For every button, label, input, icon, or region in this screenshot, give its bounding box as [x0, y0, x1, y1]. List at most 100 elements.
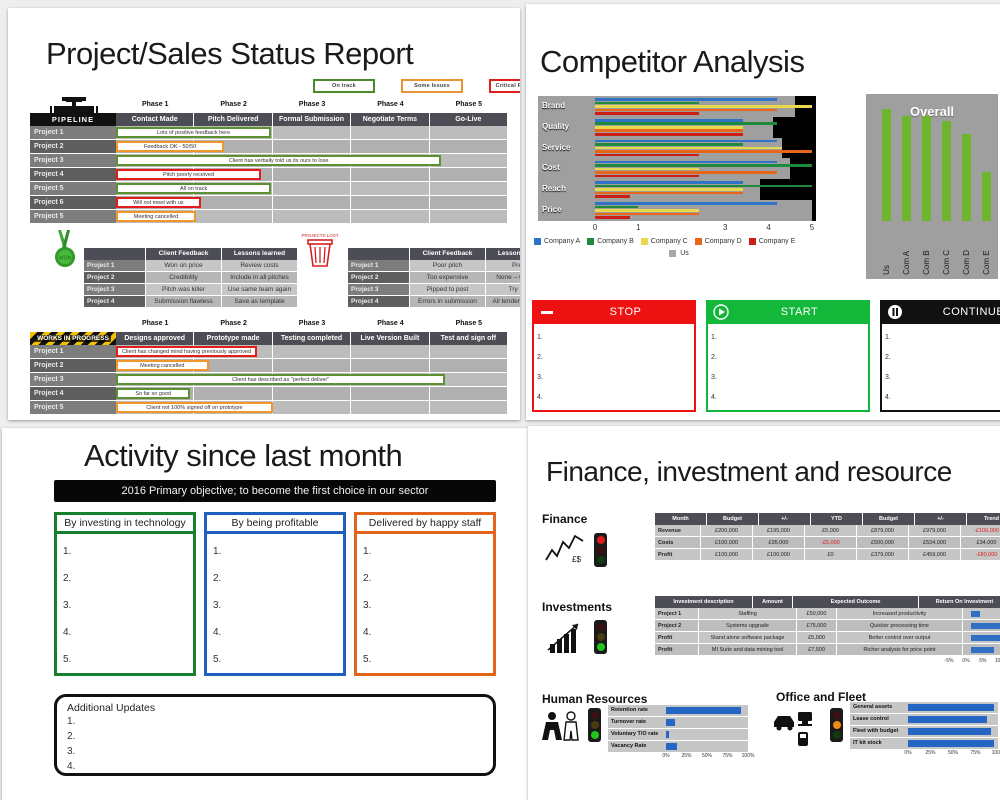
wip-row[interactable]: Project 2 Meeting cancelled [30, 359, 509, 373]
investment-outcome: Increased productivity [837, 608, 963, 620]
finance-row-label: Costs [655, 537, 701, 549]
investment-table-row[interactable]: Project 2 Systems upgrade £75,000 Quicker p… [655, 620, 1000, 632]
won-row[interactable]: Project 4 Submission flawless Save as temp… [84, 296, 298, 308]
ssc-column-stop[interactable]: STOP 1. 2. 3. 4. [532, 300, 696, 412]
additional-updates-box[interactable]: Additional Updates 1. 2. 3. 4. [54, 694, 496, 776]
investment-table-row[interactable]: Profit MI Suite and data mining tool £7,50… [655, 644, 1000, 656]
ssc-list-item: 2. [885, 354, 891, 361]
competitor-series-bar [595, 146, 782, 150]
pipeline-status-bar[interactable]: Feedback OK - 50/50 [116, 141, 225, 152]
hr-row[interactable]: Retention rate [608, 705, 748, 716]
ssc-list-item: 1. [885, 334, 891, 341]
competitor-series-bar [595, 184, 812, 188]
pipeline-status-bar[interactable]: Lots of positive feedback here [116, 127, 272, 138]
pipeline-row[interactable]: Project 5 All on track [30, 182, 509, 196]
hr-row[interactable]: Voluntary T/O rate [608, 729, 748, 740]
investment-table-row[interactable]: Profit Stand alone software package £5,000… [655, 632, 1000, 644]
pipeline-row-label: Project 4 [30, 168, 116, 182]
activity-column-body[interactable]: 1. 2. 3. 4. 5. [354, 534, 496, 676]
ssc-body[interactable]: 1. 2. 3. 4. [880, 324, 1000, 412]
pipeline-status-bar[interactable]: Client has verbally told us its ours to … [116, 155, 442, 166]
phase-1-label: Phase 1 [141, 101, 169, 108]
pipeline-row[interactable]: Project 4 Pitch poorly received [30, 168, 509, 182]
investment-row-label: Project 1 [655, 608, 699, 620]
pipeline-phase-names: PIPELINE Contact Made Pitch Delivered Fo… [30, 97, 509, 126]
activity-column-body[interactable]: 1. 2. 3. 4. 5. [204, 534, 346, 676]
pipeline-row[interactable]: Project 6 Will not meet with us [30, 196, 509, 210]
finance-table-row[interactable]: Revenue £200,000 £195,000 £5,000 £879,000 £97… [655, 525, 1000, 537]
dashboard-canvas: Project/Sales Status Report On track Som… [0, 0, 1000, 800]
lost-row[interactable]: Project 1Poor pitchPrepare [348, 260, 520, 272]
hr-bar [666, 707, 742, 714]
activity-column[interactable]: By being profitable 1. 2. 3. 4. 5. [204, 512, 346, 676]
investment-table-row[interactable]: Project 1 Staffing £50,000 Increased produc… [655, 608, 1000, 620]
office-row-label: General assets [850, 702, 908, 713]
office-row[interactable]: General assets [850, 702, 998, 713]
activity-columns: By investing in technology 1. 2. 3. 4. 5. By b… [54, 512, 496, 676]
lost-row[interactable]: Project 2Too expensiveNone – was lowest [348, 272, 520, 284]
wip-status-bar[interactable]: Meeting cancelled [116, 360, 209, 371]
finance-col-header: +/- [915, 513, 967, 525]
competitor-series-bar [595, 101, 700, 105]
activity-column[interactable]: By investing in technology 1. 2. 3. 4. 5. [54, 512, 196, 676]
competitor-series-bar [595, 205, 639, 209]
ssc-column-start[interactable]: START 1. 2. 3. 4. [706, 300, 870, 412]
pipeline-row[interactable]: Project 3 Client has verbally told us its… [30, 154, 509, 168]
activity-column-body[interactable]: 1. 2. 3. 4. 5. [54, 534, 196, 676]
hr-row-label: Vacancy Rate [608, 741, 666, 752]
phase-cell [351, 210, 430, 224]
office-traffic-light [830, 708, 843, 742]
pipeline-row[interactable]: Project 2 Feedback OK - 50/50 [30, 140, 509, 154]
office-row[interactable]: Fleet with budget [850, 726, 998, 737]
lost-row[interactable]: Project 3Pipped to postTry harder [348, 284, 520, 296]
investment-description: Systems upgrade [699, 620, 797, 632]
investment-description: Stand alone software package [699, 632, 797, 644]
office-row[interactable]: IT kit stock [850, 738, 998, 749]
won-row[interactable]: Project 2 Credibility Include in all pitch… [84, 272, 298, 284]
activity-title: Activity since last month [84, 438, 403, 473]
office-row[interactable]: Lease control [850, 714, 998, 725]
pipeline-row[interactable]: Project 1 Lots of positive feedback here [30, 126, 509, 140]
pipeline-row-label: Project 2 [30, 140, 116, 154]
wip-phase-2-name: Prototype made [194, 332, 273, 345]
pipeline-status-bar[interactable]: Will not meet with us [116, 197, 201, 208]
investment-roi-bar [971, 647, 994, 653]
won-row[interactable]: Project 3 Pitch was killer Use same team a… [84, 284, 298, 296]
activity-column[interactable]: Delivered by happy staff 1. 2. 3. 4. 5. [354, 512, 496, 676]
wip-status-bar[interactable]: Client has changed mind having previousl… [116, 346, 258, 357]
finance-cell: £979,000 [909, 525, 961, 537]
hr-row[interactable]: Turnover rate [608, 717, 748, 728]
ssc-column-cont[interactable]: CONTINUE 1. 2. 3. 4. [880, 300, 1000, 412]
finance-cell: £95,000 [753, 537, 805, 549]
wip-status-bar[interactable]: So far so good [116, 388, 191, 399]
wip-row[interactable]: Project 5 Client not 100% signed off on p… [30, 401, 509, 415]
ssc-body[interactable]: 1. 2. 3. 4. [706, 324, 870, 412]
phase-cell [194, 210, 273, 224]
pipeline-status-bar[interactable]: All on track [116, 183, 272, 194]
hr-bar [666, 731, 670, 738]
pipeline-status-bar[interactable]: Meeting cancelled [116, 211, 196, 222]
phase-cell [351, 182, 430, 196]
phase-cell [429, 401, 509, 415]
won-row[interactable]: Project 1 Won on price Review costs [84, 260, 298, 272]
wip-status-bar[interactable]: Client has described as "perfect deliver… [116, 374, 446, 385]
finance-table-row[interactable]: Profit £100,000 £100,000 £0 £379,000 £459,000… [655, 549, 1000, 561]
pipeline-status-bar[interactable]: Pitch poorly received [116, 169, 262, 180]
ssc-list-item: 3. [885, 374, 891, 381]
wip-row-label: Project 1 [30, 345, 116, 359]
wip-row[interactable]: Project 3 Client has described as "perfec… [30, 373, 509, 387]
ssc-label: CONTINUE [942, 306, 1000, 318]
competitor-series-bar [595, 153, 700, 157]
lost-row[interactable]: Project 4Errors in submissionAll tenders… [348, 296, 520, 308]
investment-axis-tick: -5% [944, 658, 954, 664]
wip-row-cells: Meeting cancelled [116, 359, 509, 373]
finance-table-row[interactable]: Costs £100,000 £95,000 -£5,000 £500,000 £534,… [655, 537, 1000, 549]
wip-row[interactable]: Project 4 So far so good [30, 387, 509, 401]
pipeline-row[interactable]: Project 5 Meeting cancelled [30, 210, 509, 224]
wip-status-bar[interactable]: Client not 100% signed off on prototype [116, 402, 273, 413]
wip-row[interactable]: Project 1 Client has changed mind having … [30, 345, 509, 359]
activity-list-item: 4. [63, 627, 72, 638]
hr-row[interactable]: Vacancy Rate [608, 741, 748, 752]
ssc-body[interactable]: 1. 2. 3. 4. [532, 324, 696, 412]
update-list-item: 4. [67, 761, 76, 772]
